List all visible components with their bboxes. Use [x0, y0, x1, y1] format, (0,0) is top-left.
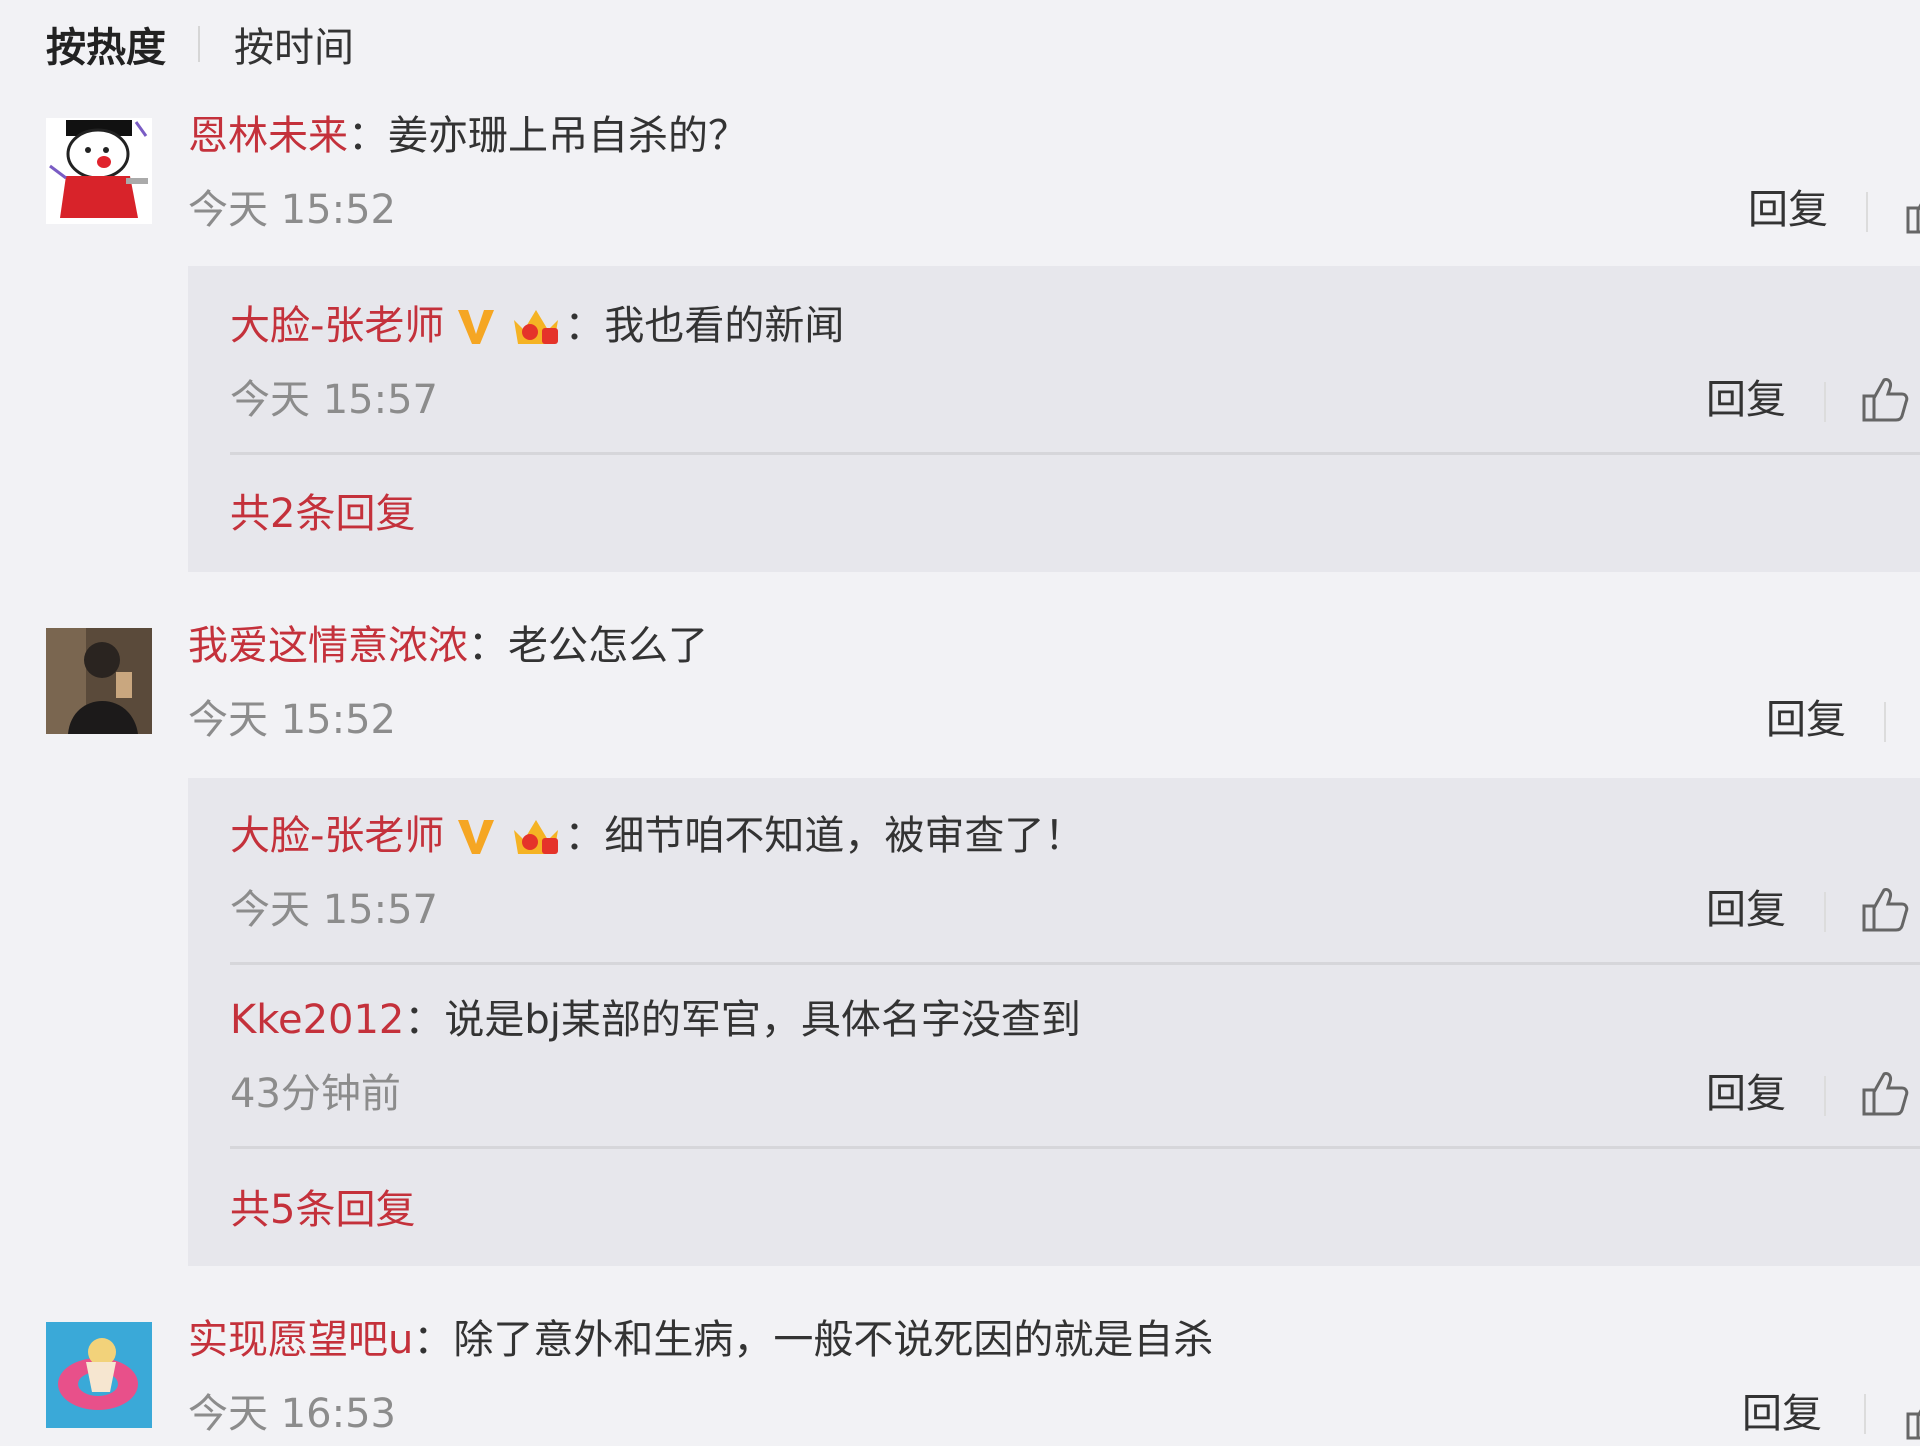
cartoon-avatar-icon: [46, 118, 152, 224]
comment-time: 今天 15:52: [188, 187, 396, 233]
divider: [1864, 1394, 1866, 1434]
sort-by-time-tab[interactable]: 按时间: [234, 15, 354, 73]
reply-line: 大脸-张老师 ：我也看的新闻: [230, 298, 844, 354]
divider: [230, 962, 1920, 965]
avatar[interactable]: [46, 1322, 152, 1428]
sort-tabs: 按热度 按时间: [46, 15, 354, 73]
divider: [1824, 892, 1826, 932]
divider: [1824, 382, 1826, 422]
divider: [230, 452, 1920, 455]
comment-time: 今天 16:53: [188, 1391, 396, 1437]
reply-time: 43分钟前: [230, 1071, 401, 1117]
username-link[interactable]: 大脸-张老师: [230, 298, 444, 354]
divider: [230, 1146, 1920, 1149]
comment-text: ：除了意外和生病，一般不说死因的就是自杀: [413, 1317, 1214, 1363]
sort-by-hot-tab[interactable]: 按热度: [46, 15, 166, 73]
comment-line: 实现愿望吧u：除了意外和生病，一般不说死因的就是自杀: [188, 1312, 1213, 1368]
reply-text: ：说是bj某部的军官，具体名字没查到: [404, 997, 1081, 1043]
reply-line: Kke2012 ：说是bj某部的军官，具体名字没查到: [230, 992, 1081, 1048]
reply-time: 今天 15:57: [230, 887, 438, 933]
divider: [198, 26, 200, 62]
divider: [1884, 702, 1886, 742]
reply-text: ：我也看的新闻: [564, 303, 845, 349]
reply-button[interactable]: 回复: [1706, 882, 1786, 938]
reply-button[interactable]: 回复: [1742, 1386, 1822, 1442]
reply-box: 大脸-张老师 ：我也看的新闻 今天 15:57 回复 共2条回复: [188, 266, 1920, 572]
comment-line: 恩林未来：姜亦珊上吊自杀的？: [188, 108, 748, 164]
like-icon[interactable]: [1904, 1392, 1920, 1442]
reply-button[interactable]: 回复: [1706, 1066, 1786, 1122]
reply-box: 大脸-张老师 ：细节咱不知道，被审查了！ 今天 15:57 回复 Kke2012…: [188, 778, 1920, 1266]
reply-button[interactable]: 回复: [1766, 692, 1846, 748]
like-icon[interactable]: [1860, 884, 1910, 934]
comment-time: 今天 15:52: [188, 697, 396, 743]
crown-badge-icon: [508, 812, 564, 860]
reply-button[interactable]: 回复: [1748, 182, 1828, 238]
username-link[interactable]: 恩林未来: [188, 113, 348, 159]
divider: [1824, 1076, 1826, 1116]
like-icon[interactable]: [1860, 1068, 1910, 1118]
divider: [1866, 192, 1868, 232]
crown-badge-icon: [508, 302, 564, 350]
photo-avatar-icon: [46, 628, 152, 734]
pool-float-avatar-icon: [46, 1322, 152, 1428]
username-link[interactable]: Kke2012: [230, 992, 404, 1048]
reply-text: ：细节咱不知道，被审查了！: [564, 813, 1085, 859]
reply-button[interactable]: 回复: [1706, 372, 1786, 428]
verified-v-icon: [454, 814, 498, 858]
verified-v-icon: [454, 304, 498, 348]
avatar[interactable]: [46, 628, 152, 734]
reply-line: 大脸-张老师 ：细节咱不知道，被审查了！: [230, 808, 1084, 864]
username-link[interactable]: 我爱这情意浓浓: [188, 623, 468, 669]
username-link[interactable]: 实现愿望吧u: [188, 1317, 413, 1363]
like-icon[interactable]: [1860, 374, 1910, 424]
more-replies-link[interactable]: 共2条回复: [230, 486, 415, 542]
more-replies-link[interactable]: 共5条回复: [230, 1182, 415, 1238]
comment-line: 我爱这情意浓浓：老公怎么了: [188, 618, 708, 674]
reply-time: 今天 15:57: [230, 377, 438, 423]
username-link[interactable]: 大脸-张老师: [230, 808, 444, 864]
comment-text: ：姜亦珊上吊自杀的？: [348, 113, 748, 159]
comment-text: ：老公怎么了: [468, 623, 708, 669]
avatar[interactable]: [46, 118, 152, 224]
like-icon[interactable]: [1904, 186, 1920, 236]
